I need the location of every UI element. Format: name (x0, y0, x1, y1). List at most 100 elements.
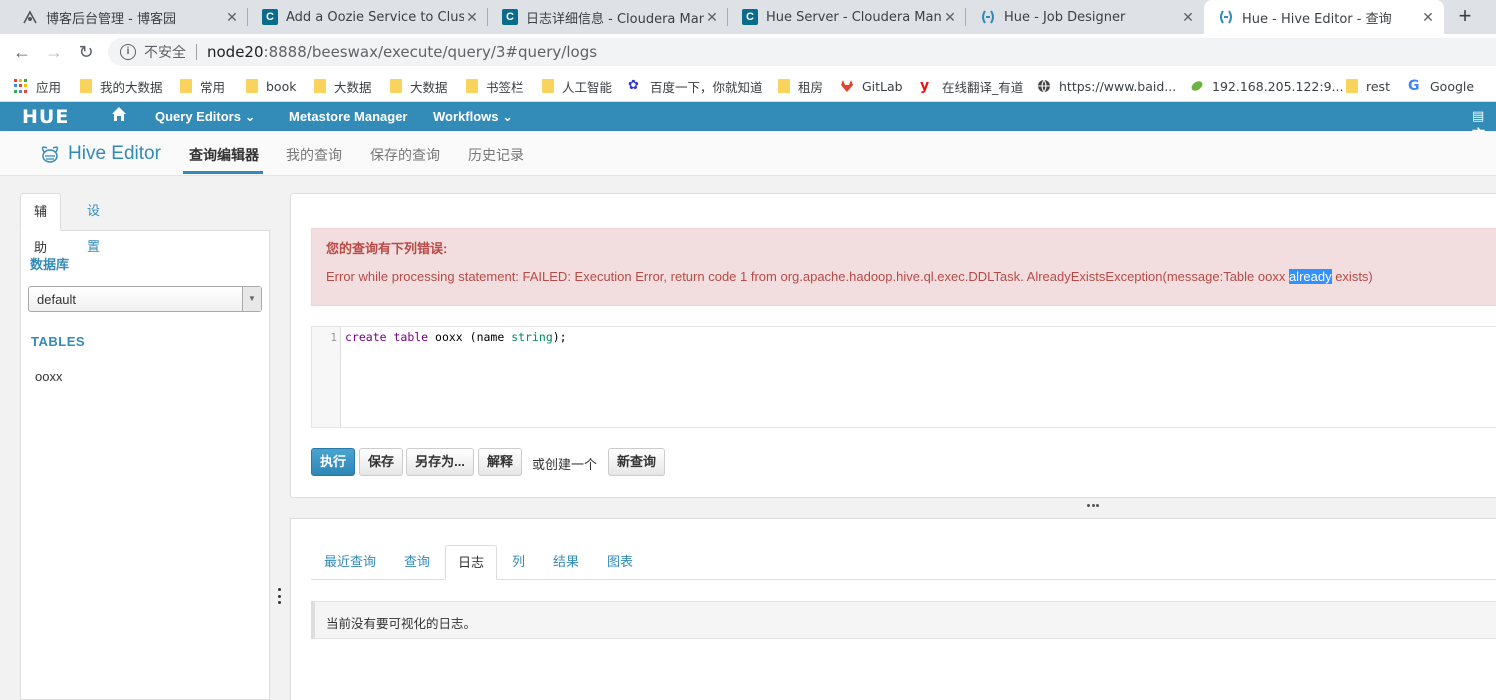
save-button[interactable]: 保存 (359, 448, 403, 476)
hue-logo[interactable]: HUE (22, 106, 69, 128)
tab-history[interactable]: 历史记录 (468, 145, 524, 165)
line-number: 1 (330, 331, 337, 344)
browser-tab[interactable]: 博客后台管理 - 博客园 ✕ (8, 0, 248, 34)
table-list-item[interactable]: ooxx (35, 369, 62, 384)
active-tab-indicator (183, 171, 263, 174)
url-text[interactable]: node20:8888/beeswax/execute/query/3#quer… (207, 43, 597, 61)
close-icon[interactable]: ✕ (1180, 9, 1196, 26)
tab-query-editor[interactable]: 查询编辑器 (189, 145, 259, 165)
tab-recent-queries[interactable]: 最近查询 (312, 545, 388, 580)
horizontal-resize-handle[interactable] (1087, 504, 1099, 508)
sidebar-tab-assist[interactable]: 辅助 (20, 193, 62, 255)
bookmark-item[interactable]: 192.168.205.122:9... (1190, 76, 1343, 96)
sidebar-tab-settings[interactable]: 设置 (74, 193, 113, 254)
tab-query[interactable]: 查询 (392, 545, 442, 580)
bookmark-item[interactable]: 大数据 (390, 76, 448, 96)
tab-my-queries[interactable]: 我的查询 (286, 145, 342, 165)
home-icon[interactable] (110, 105, 128, 128)
bookmark-item[interactable]: 租房 (778, 76, 823, 96)
bookmark-item[interactable]: rest (1346, 76, 1390, 96)
browser-tab[interactable]: C 日志详细信息 - Cloudera Mana ✕ (488, 0, 728, 34)
bookmark-item[interactable]: y 在线翻译_有道 (920, 76, 1023, 96)
nav-metastore-manager[interactable]: Metastore Manager (289, 109, 407, 124)
bookmark-item[interactable]: G Google (1408, 76, 1474, 96)
database-selected-value: default (37, 292, 77, 307)
tab-chart[interactable]: 图表 (595, 545, 645, 580)
leaf-icon (1190, 79, 1204, 93)
close-icon[interactable]: ✕ (464, 9, 480, 26)
cloudera-icon: C (262, 9, 278, 25)
folder-icon (180, 79, 192, 93)
globe-icon (1037, 79, 1051, 93)
close-icon[interactable]: ✕ (704, 9, 720, 26)
browser-tab[interactable]: C Add a Oozie Service to Cluster ✕ (248, 0, 488, 34)
save-as-button[interactable]: 另存为... (406, 448, 474, 476)
error-message: Error while processing statement: FAILED… (326, 269, 1373, 284)
bookmark-item[interactable]: book (246, 76, 296, 96)
reload-icon[interactable]: ↻ (76, 42, 96, 62)
tab-results[interactable]: 结果 (541, 545, 591, 580)
app-subheader: Hive Editor 查询编辑器 我的查询 保存的查询 历史记录 (0, 131, 1496, 176)
code-line[interactable]: create table ooxx (name string); (345, 330, 567, 344)
tab-columns[interactable]: 列 (500, 545, 537, 580)
folder-icon (1346, 79, 1358, 93)
vertical-resize-handle[interactable] (276, 588, 282, 604)
hue-icon (980, 9, 996, 25)
bookmark-item[interactable]: ✿ 百度一下，你就知道 (628, 76, 763, 96)
gitlab-icon (840, 79, 854, 93)
tab-saved-queries[interactable]: 保存的查询 (370, 145, 440, 165)
document-icon: ▤ (1472, 108, 1485, 123)
log-message: 当前没有要可视化的日志。 (326, 617, 477, 631)
browser-tab[interactable]: Hue - Job Designer ✕ (966, 0, 1204, 34)
bookmark-apps[interactable]: 应用 (14, 76, 61, 96)
bookmark-item[interactable]: 书签栏 (466, 76, 524, 96)
app-title[interactable]: Hive Editor (68, 143, 161, 165)
cloudera-icon: C (502, 9, 518, 25)
bookmark-item[interactable]: 大数据 (314, 76, 372, 96)
hive-bee-icon (38, 142, 62, 166)
apps-grid-icon (14, 79, 28, 93)
cnblogs-icon (22, 9, 38, 25)
new-tab-plus-icon[interactable]: + (1454, 5, 1476, 28)
google-icon: G (1408, 78, 1420, 94)
close-icon[interactable]: ✕ (942, 9, 958, 26)
new-query-button[interactable]: 新查询 (608, 448, 665, 476)
bookmark-item[interactable]: 我的大数据 (80, 76, 163, 96)
info-icon[interactable]: i (120, 44, 136, 60)
folder-icon (778, 79, 790, 93)
chevron-down-icon: ▼ (242, 287, 261, 311)
tables-header: TABLES (31, 334, 86, 349)
folder-icon (246, 79, 258, 93)
nav-query-editors[interactable]: Query Editors ⌄ (155, 109, 255, 125)
browser-tab-title: Hue Server - Cloudera Manage (766, 9, 942, 25)
omnibox[interactable]: i 不安全 node20:8888/beeswax/execute/query/… (108, 38, 1496, 66)
database-select[interactable]: default ▼ (28, 286, 262, 312)
folder-icon (80, 79, 92, 93)
bookmark-item[interactable]: 常用 (180, 76, 225, 96)
browser-tab-active[interactable]: Hue - Hive Editor - 查询 ✕ (1204, 0, 1444, 34)
browser-tab-title: 博客后台管理 - 博客园 (46, 11, 176, 27)
forward-arrow-icon[interactable]: → (44, 42, 64, 62)
tab-logs[interactable]: 日志 (445, 545, 498, 580)
bookmark-item[interactable]: https://www.baid... (1037, 76, 1176, 96)
back-arrow-icon[interactable]: ← (12, 42, 32, 62)
nav-workflows[interactable]: Workflows ⌄ (433, 109, 513, 125)
browser-tab-title: Add a Oozie Service to Cluster (286, 9, 464, 25)
browser-tab-bar: 博客后台管理 - 博客园 ✕ C Add a Oozie Service to … (0, 0, 1496, 34)
browser-tab-title: 日志详细信息 - Cloudera Mana (526, 11, 704, 27)
bookmark-item[interactable]: GitLab (840, 76, 903, 96)
cloudera-icon: C (742, 9, 758, 25)
error-alert (311, 228, 1496, 306)
browser-tab[interactable]: C Hue Server - Cloudera Manage ✕ (728, 0, 966, 34)
security-label: 不安全 (144, 45, 186, 61)
explain-button[interactable]: 解释 (478, 448, 522, 476)
baidu-paw-icon: ✿ (628, 78, 639, 93)
close-icon[interactable]: ✕ (1420, 9, 1436, 26)
browser-tab-title: Hue - Job Designer (1004, 9, 1126, 25)
bookmark-item[interactable]: 人工智能 (542, 76, 612, 96)
folder-icon (390, 79, 402, 93)
execute-button[interactable]: 执行 (311, 448, 355, 476)
close-icon[interactable]: ✕ (224, 9, 240, 26)
browser-tab-title: Hue - Hive Editor - 查询 (1242, 11, 1392, 27)
hue-icon (1218, 9, 1234, 25)
